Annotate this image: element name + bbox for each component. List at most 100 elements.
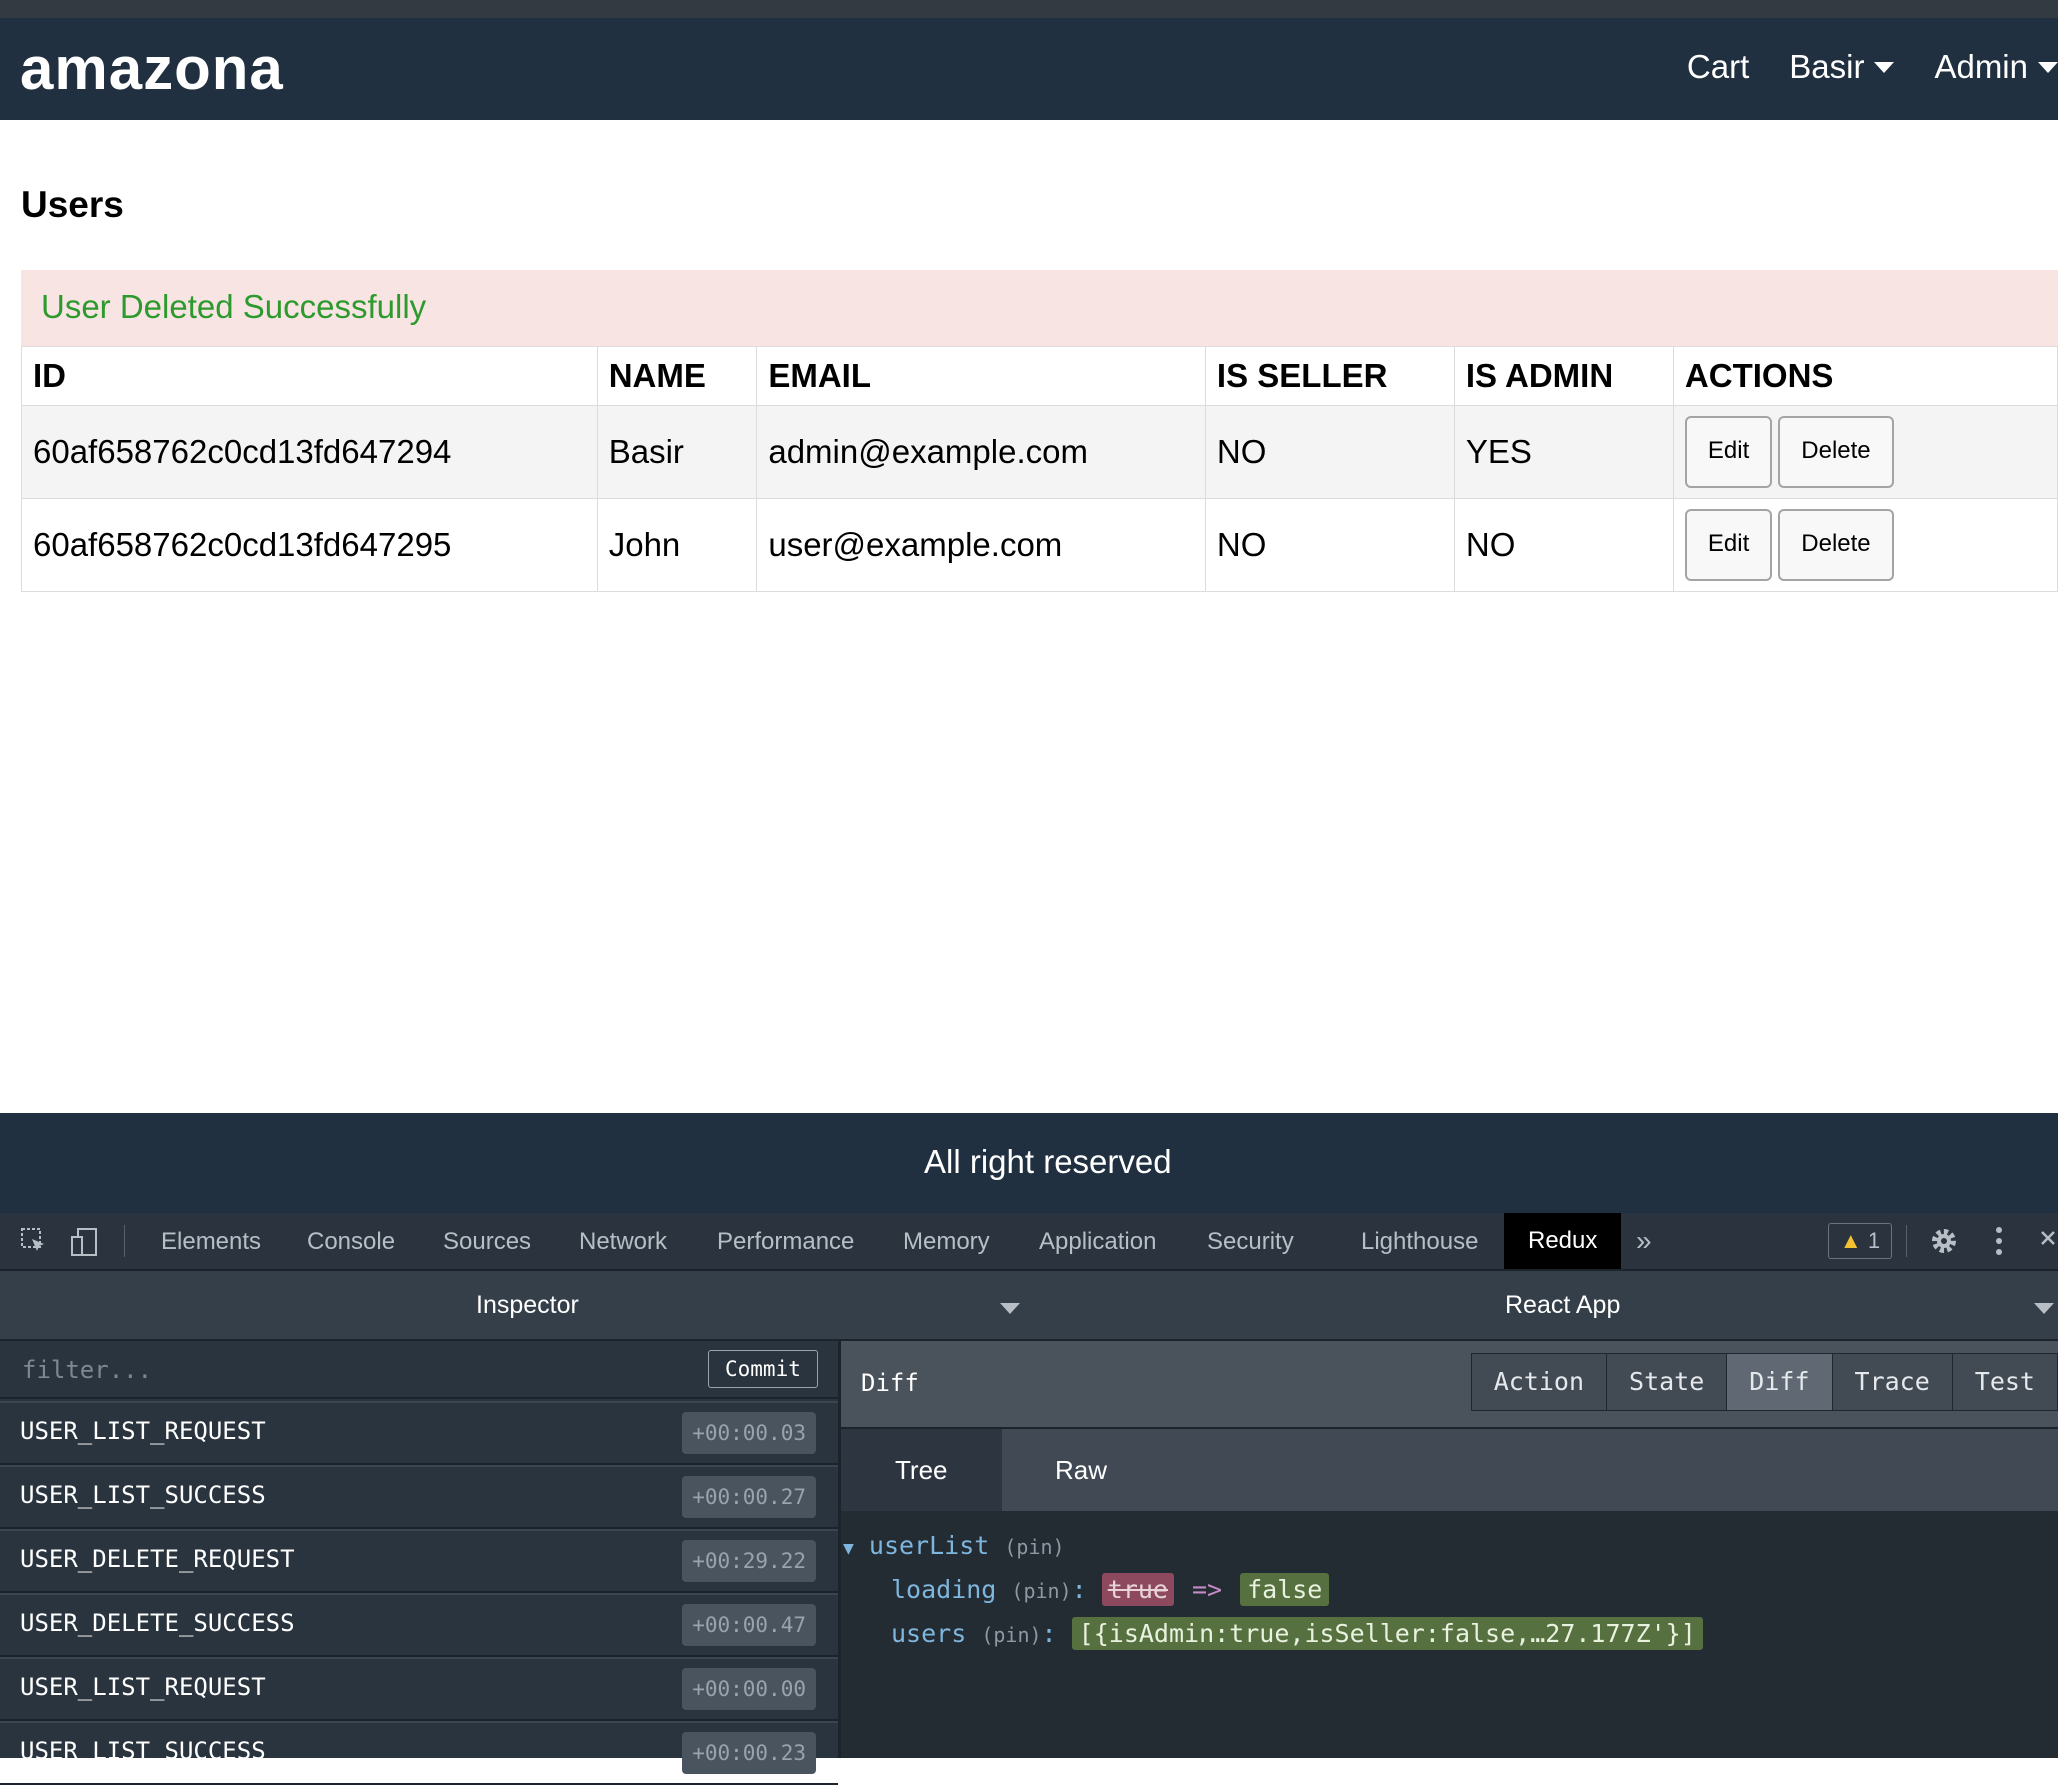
nav-cart-link[interactable]: Cart bbox=[1687, 48, 1749, 86]
site-footer: All right reserved bbox=[0, 1113, 2058, 1213]
edit-button[interactable]: Edit bbox=[1684, 509, 1773, 581]
monitor-view-switcher: Action State Diff Trace Test bbox=[1470, 1353, 2058, 1411]
action-time: +00:29.22 bbox=[682, 1540, 816, 1582]
view-button-state[interactable]: State bbox=[1607, 1354, 1728, 1410]
nav-admin-dropdown[interactable]: Admin bbox=[1934, 48, 2058, 86]
brand-logo[interactable]: amazona bbox=[20, 34, 284, 103]
list-item[interactable]: USER_LIST_SUCCESS +00:00.23 bbox=[0, 1721, 838, 1785]
tab-console[interactable]: Console bbox=[307, 1228, 395, 1256]
toolbar-divider bbox=[1906, 1225, 1907, 1257]
warnings-count: 1 bbox=[1867, 1228, 1881, 1253]
action-name: USER_DELETE_REQUEST bbox=[20, 1545, 295, 1573]
page-title: Users bbox=[21, 184, 124, 225]
warning-icon: ▲ bbox=[1839, 1228, 1862, 1253]
action-name: USER_LIST_SUCCESS bbox=[20, 1737, 266, 1765]
edit-button[interactable]: Edit bbox=[1684, 416, 1773, 488]
browser-top-strip bbox=[0, 0, 2058, 18]
toolbar-divider bbox=[124, 1225, 125, 1257]
new-value: false bbox=[1240, 1573, 1330, 1606]
tree-key: userList bbox=[868, 1531, 990, 1560]
tab-performance[interactable]: Performance bbox=[717, 1228, 854, 1256]
cell-is-seller: NO bbox=[1204, 498, 1455, 592]
tab-memory[interactable]: Memory bbox=[903, 1228, 990, 1256]
inspect-element-icon[interactable] bbox=[20, 1227, 48, 1262]
app-selector[interactable]: React App bbox=[1505, 1291, 1620, 1320]
cell-email: admin@example.com bbox=[756, 405, 1206, 499]
cell-actions: Edit Delete bbox=[1672, 498, 2058, 592]
view-button-action[interactable]: Action bbox=[1471, 1354, 1608, 1410]
chevron-down-icon[interactable] bbox=[2034, 1303, 2054, 1314]
pin-link[interactable]: (pin) bbox=[1004, 1535, 1064, 1559]
more-tabs-icon[interactable]: » bbox=[1636, 1225, 1652, 1257]
tab-security[interactable]: Security bbox=[1207, 1228, 1294, 1256]
caret-down-icon bbox=[1874, 61, 1895, 73]
commit-button[interactable]: Commit bbox=[708, 1350, 818, 1388]
diff-pane: Diff Action State Diff Trace Test Tree R… bbox=[841, 1341, 2058, 1758]
tab-application[interactable]: Application bbox=[1039, 1228, 1156, 1256]
view-button-trace[interactable]: Trace bbox=[1832, 1354, 1953, 1410]
delete-button[interactable]: Delete bbox=[1778, 416, 1894, 488]
list-item[interactable]: USER_LIST_SUCCESS +00:00.27 bbox=[0, 1465, 838, 1529]
nav-user-label: Basir bbox=[1789, 48, 1865, 85]
diff-subtabs: Tree Raw bbox=[841, 1429, 2058, 1511]
subtab-tree[interactable]: Tree bbox=[841, 1429, 1002, 1511]
list-item[interactable]: USER_LIST_REQUEST +00:00.00 bbox=[0, 1657, 838, 1721]
cell-name: Basir bbox=[596, 405, 758, 499]
close-icon[interactable] bbox=[2040, 1225, 2056, 1262]
cell-is-admin: NO bbox=[1453, 498, 1674, 592]
diff-title: Diff bbox=[861, 1369, 919, 1397]
cell-actions: Edit Delete bbox=[1672, 405, 2058, 499]
tab-elements[interactable]: Elements bbox=[161, 1228, 261, 1256]
action-name: USER_DELETE_SUCCESS bbox=[20, 1609, 295, 1637]
inspector-selector[interactable]: Inspector bbox=[476, 1291, 579, 1320]
subtab-raw[interactable]: Raw bbox=[1055, 1429, 1107, 1511]
header-email: EMAIL bbox=[756, 346, 1206, 406]
device-toolbar-icon[interactable] bbox=[70, 1227, 100, 1264]
action-list: USER_LIST_REQUEST +00:00.03 USER_LIST_SUC… bbox=[0, 1401, 838, 1785]
more-options-icon[interactable] bbox=[1993, 1225, 2005, 1264]
delete-button[interactable]: Delete bbox=[1778, 509, 1894, 581]
header-name: NAME bbox=[596, 346, 758, 406]
cell-email: user@example.com bbox=[756, 498, 1206, 592]
table-row: 60af658762c0cd13fd647294 Basir admin@exa… bbox=[21, 405, 2058, 499]
nav-admin-label: Admin bbox=[1934, 48, 2028, 85]
cell-is-admin: YES bbox=[1453, 405, 1674, 499]
view-button-test[interactable]: Test bbox=[1952, 1354, 2057, 1410]
cell-id: 60af658762c0cd13fd647294 bbox=[21, 405, 598, 499]
pin-link[interactable]: (pin) bbox=[981, 1623, 1041, 1647]
tab-network[interactable]: Network bbox=[579, 1228, 667, 1256]
pin-link[interactable]: (pin) bbox=[1011, 1579, 1071, 1603]
redux-instance-bar: Inspector React App bbox=[0, 1271, 2058, 1341]
action-time: +00:00.27 bbox=[682, 1476, 816, 1518]
list-item[interactable]: USER_LIST_REQUEST +00:00.03 bbox=[0, 1401, 838, 1465]
list-item[interactable]: USER_DELETE_SUCCESS +00:00.47 bbox=[0, 1593, 838, 1657]
action-name: USER_LIST_SUCCESS bbox=[20, 1481, 266, 1509]
tree-node-loading: loading (pin): true => false bbox=[891, 1573, 1330, 1606]
action-time: +00:00.47 bbox=[682, 1604, 816, 1646]
diff-arrow: => bbox=[1191, 1575, 1223, 1604]
old-value: true bbox=[1101, 1573, 1174, 1606]
list-item[interactable]: USER_DELETE_REQUEST +00:29.22 bbox=[0, 1529, 838, 1593]
table-header-row: ID NAME EMAIL IS SELLER IS ADMIN ACTIONS bbox=[21, 346, 2058, 406]
warnings-badge[interactable]: ▲ 1 bbox=[1828, 1223, 1892, 1259]
view-button-diff[interactable]: Diff bbox=[1727, 1354, 1833, 1410]
tab-lighthouse[interactable]: Lighthouse bbox=[1361, 1228, 1478, 1256]
action-list-pane: Commit USER_LIST_REQUEST +00:00.03 USER_L… bbox=[0, 1341, 841, 1785]
caret-down-icon bbox=[2038, 61, 2058, 73]
success-alert: User Deleted Successfully bbox=[21, 270, 2058, 348]
alert-message: User Deleted Successfully bbox=[41, 288, 427, 325]
site-header: amazona Cart Basir Admin bbox=[0, 18, 2058, 120]
filter-input[interactable] bbox=[20, 1351, 504, 1389]
tab-redux[interactable]: Redux bbox=[1504, 1213, 1622, 1269]
tree-key: users bbox=[891, 1619, 967, 1648]
chevron-down-icon[interactable] bbox=[1000, 1303, 1020, 1314]
nav-user-dropdown[interactable]: Basir bbox=[1789, 48, 1895, 86]
footer-text: All right reserved bbox=[924, 1143, 1172, 1180]
action-time: +00:00.23 bbox=[682, 1732, 816, 1774]
tree-key: loading bbox=[891, 1575, 997, 1604]
header-id: ID bbox=[21, 346, 598, 406]
action-time: +00:00.03 bbox=[682, 1412, 816, 1454]
gear-icon[interactable] bbox=[1928, 1225, 1960, 1264]
tree-node-userlist[interactable]: ▼ userList (pin) bbox=[843, 1531, 1065, 1560]
tab-sources[interactable]: Sources bbox=[443, 1228, 531, 1256]
